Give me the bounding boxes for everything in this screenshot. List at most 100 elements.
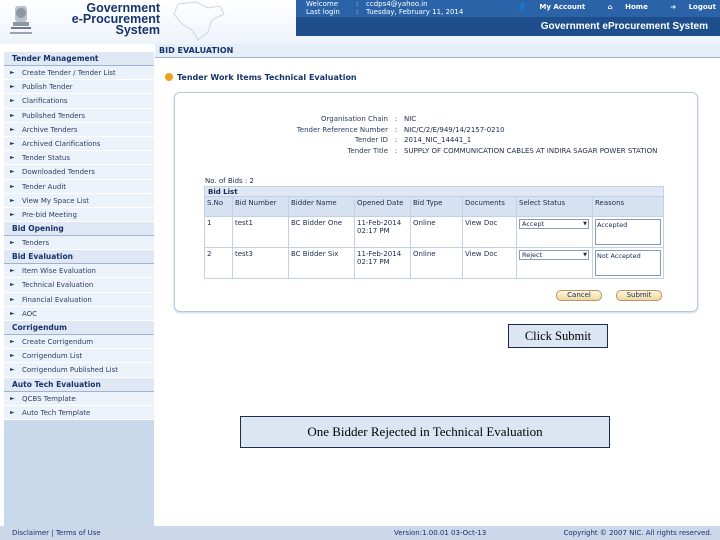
sidebar-item-label: Auto Tech Template [22, 408, 91, 417]
detail-value: SUPPLY OF COMMUNICATION CABLES AT INDIRA… [404, 146, 658, 155]
home-icon: ⌂ [607, 3, 613, 11]
status-value: Reject [522, 251, 543, 259]
sidebar-item-label: Item Wise Evaluation [22, 267, 96, 276]
cell-documents: View Doc [462, 247, 517, 279]
header: Government e-Procurement System Welcome:… [0, 0, 720, 44]
sidebar-item-label: Create Tender / Tender List [22, 69, 116, 77]
india-map-icon [173, 1, 225, 41]
sidebar-item-label: Clarifications [22, 97, 68, 106]
cancel-button[interactable]: Cancel [556, 290, 602, 301]
sidebar-item-label: Published Tenders [22, 111, 86, 120]
sidebar: Tender Management ► Create Tender / Tende… [4, 52, 154, 526]
national-emblem-icon [10, 6, 32, 34]
page-title: BID EVALUATION [155, 44, 720, 58]
sidebar-item-item-wise-evaluation[interactable]: ► Item Wise Evaluation [4, 264, 154, 279]
sidebar-item-clarifications[interactable]: ► Clarifications [4, 94, 154, 109]
sidebar-item-corrigendum-list[interactable]: ► Corrigendum List [4, 349, 154, 364]
logout-icon: ➜ [670, 3, 677, 11]
chevron-right-icon: ► [10, 154, 15, 162]
view-doc-link[interactable]: View Doc [465, 250, 497, 258]
detail-value: NIC/C/2/E/949/14/2157-0210 [404, 125, 505, 134]
cell-opened-date: 11-Feb-2014 02:17 PM [354, 247, 411, 279]
cell-reasons: Not Accepted [592, 247, 664, 279]
detail-row: Tender ID:2014_NIC_14441_1 [184, 135, 684, 146]
chevron-right-icon: ► [10, 83, 15, 91]
reason-textarea[interactable]: Not Accepted [595, 250, 661, 276]
sidebar-item-financial-evaluation[interactable]: ► Financial Evaluation [4, 292, 154, 307]
detail-label: Tender ID [354, 136, 388, 144]
sidebar-item-technical-evaluation[interactable]: ► Technical Evaluation [4, 278, 154, 293]
sidebar-item-pre-bid-meeting[interactable]: ► Pre-bid Meeting [4, 207, 154, 223]
chevron-right-icon: ► [10, 295, 15, 303]
reason-textarea[interactable]: Accepted [595, 219, 661, 245]
separator: : [356, 8, 359, 16]
logout-link[interactable]: ➜ Logout [660, 3, 716, 11]
version-text: Version:1.00.01 03-Oct-13 [394, 529, 487, 537]
sidebar-item-label: View My Space List [22, 196, 90, 205]
sidebar-item-archived-clarifications[interactable]: ► Archived Clarifications [4, 136, 154, 152]
cell-select-status: Reject ▼ [516, 247, 593, 279]
bid-list-title: Bid List [204, 186, 664, 196]
sidebar-item-label: Downloaded Tenders [22, 168, 95, 177]
disclaimer-link[interactable]: Disclaimer [12, 529, 49, 537]
chevron-right-icon: ► [10, 338, 15, 345]
sidebar-item-auto-tech-template[interactable]: ► Auto Tech Template [4, 405, 154, 420]
callout-bidder-rejected: One Bidder Rejected in Technical Evaluat… [240, 416, 610, 448]
cell-bid-type: Online [410, 216, 463, 248]
column-header: Reasons [592, 196, 664, 217]
cell-bidder-name: BC Bidder Six [288, 247, 355, 279]
table-header-row: S.No Bid Number Bidder Name Opened Date … [204, 196, 664, 217]
welcome-label: Welcome [306, 0, 339, 8]
submit-button[interactable]: Submit [616, 290, 662, 301]
status-select[interactable]: Reject ▼ [519, 250, 589, 260]
sidebar-item-label: Technical Evaluation [22, 281, 94, 290]
sidebar-item-publish-tender[interactable]: ► Publish Tender [4, 80, 154, 95]
sidebar-item-downloaded-tenders[interactable]: ► Downloaded Tenders [4, 165, 154, 180]
sidebar-item-label: Financial Evaluation [22, 295, 92, 304]
separator: : [394, 115, 398, 123]
bid-list-table: Bid List S.No Bid Number Bidder Name Ope… [204, 186, 664, 279]
sidebar-item-create-corrigendum[interactable]: ► Create Corrigendum [4, 335, 154, 350]
sidebar-item-label: Create Corrigendum [22, 338, 94, 346]
home-link[interactable]: ⌂ Home [598, 3, 648, 11]
bullet-icon [165, 73, 173, 81]
sidebar-item-published-tenders[interactable]: ► Published Tenders [4, 108, 154, 123]
view-doc-link[interactable]: View Doc [465, 219, 497, 227]
chevron-right-icon: ► [10, 281, 15, 289]
sidebar-item-tender-status[interactable]: ► Tender Status [4, 151, 154, 166]
sidebar-item-label: Archived Clarifications [22, 139, 101, 148]
terms-of-use-link[interactable]: Terms of Use [56, 529, 101, 537]
sidebar-item-qcbs-template[interactable]: ► QCBS Template [4, 391, 154, 406]
bid-count: No. of Bids : 2 [205, 177, 254, 185]
sidebar-section-auto-tech-evaluation: Auto Tech Evaluation [4, 377, 154, 392]
sidebar-item-corrigendum-published-list[interactable]: ► Corrigendum Published List [4, 363, 154, 378]
chevron-right-icon: ► [10, 267, 15, 275]
status-select[interactable]: Accept ▼ [519, 219, 589, 229]
sidebar-item-label: Pre-bid Meeting [22, 210, 77, 219]
chevron-right-icon: ► [10, 352, 15, 360]
copyright-text: Copyright © 2007 NIC. All rights reserve… [563, 529, 712, 537]
chevron-right-icon: ► [10, 394, 15, 402]
sidebar-item-view-my-space-list[interactable]: ► View My Space List [4, 193, 154, 208]
sidebar-item-aoc[interactable]: ► AOC [4, 306, 154, 321]
separator: : [394, 136, 398, 144]
column-header: S.No [204, 196, 233, 217]
sidebar-item-tenders[interactable]: ► Tenders [4, 236, 154, 251]
user-info: Welcome: ccdps4@yahoo.in Last login: Tuesd… [306, 0, 463, 16]
sidebar-item-archive-tenders[interactable]: ► Archive Tenders [4, 122, 154, 137]
chevron-right-icon: ► [10, 69, 15, 76]
sidebar-item-create-tender[interactable]: ► Create Tender / Tender List [4, 66, 154, 81]
detail-label: Tender Reference Number [296, 125, 388, 134]
status-value: Accept [522, 220, 545, 228]
detail-label: Tender Title [347, 146, 388, 155]
sidebar-item-tender-audit[interactable]: ► Tender Audit [4, 179, 154, 194]
cell-select-status: Accept ▼ [516, 216, 593, 248]
user-icon: 👤 [518, 3, 527, 11]
detail-label: Organisation Chain [321, 115, 388, 123]
welcome-row: Welcome: ccdps4@yahoo.in [306, 0, 463, 8]
sidebar-item-label: AOC [22, 309, 38, 318]
chevron-down-icon: ▼ [583, 252, 587, 258]
my-account-link[interactable]: 👤 My Account [508, 3, 585, 11]
bid-count-value: 2 [249, 177, 254, 185]
bid-count-label: No. of Bids : [205, 177, 248, 185]
